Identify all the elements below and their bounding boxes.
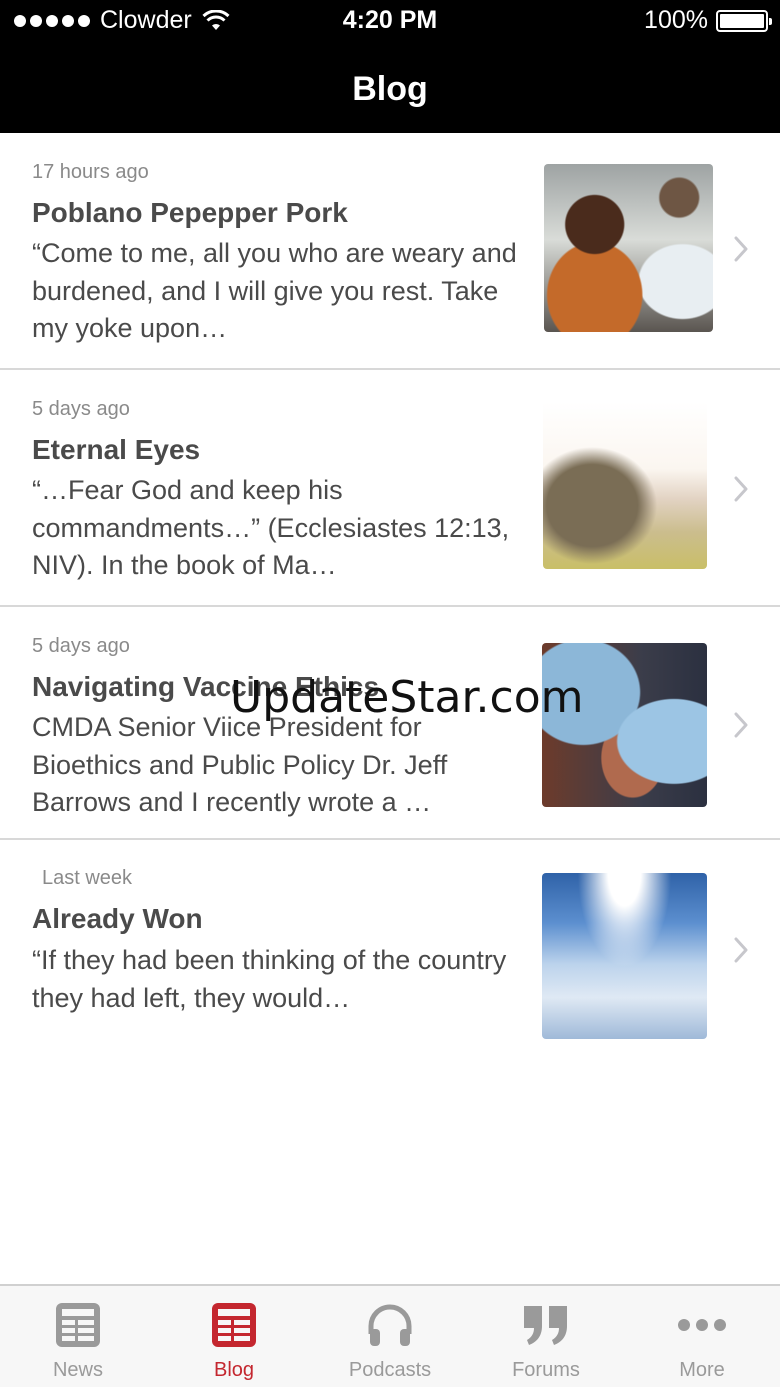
post-excerpt: “…Fear God and keep his commandments…” (… — [32, 475, 510, 580]
post-excerpt: CMDA Senior Viice President for Bioethic… — [32, 712, 448, 817]
battery-icon — [716, 9, 772, 32]
post-excerpt: “Come to me, all you who are weary and b… — [32, 238, 517, 343]
post-title: Already Won — [32, 903, 203, 934]
navigation-bar: Blog — [0, 44, 780, 133]
tab-label: News — [52, 1359, 103, 1381]
post-timestamp: 5 days ago — [32, 635, 130, 657]
news-icon — [56, 1303, 100, 1347]
post-thumbnail — [543, 402, 707, 569]
blog-icon — [212, 1303, 256, 1347]
tab-blog[interactable]: Blog — [156, 1286, 312, 1387]
post-thumbnail — [544, 164, 713, 332]
tab-label: More — [679, 1359, 725, 1381]
quote-icon — [524, 1306, 567, 1345]
post-timestamp: 5 days ago — [32, 398, 130, 420]
battery-percentage: 100% — [644, 6, 708, 34]
blog-post-row[interactable]: Last week Already Won “If they had been … — [0, 840, 780, 1060]
tab-label: Podcasts — [348, 1359, 432, 1381]
post-timestamp: 17 hours ago — [32, 161, 149, 183]
post-excerpt: “If they had been thinking of the countr… — [32, 945, 507, 1013]
page-title: Blog — [352, 70, 428, 108]
tab-label: Forums — [512, 1359, 580, 1381]
status-right: 100% — [644, 6, 772, 35]
chevron-right-icon — [734, 937, 748, 963]
battery-fill — [720, 13, 764, 28]
post-title: Poblano Pepepper Pork — [32, 197, 348, 228]
blog-post-row[interactable]: 5 days ago Eternal Eyes “…Fear God and k… — [0, 370, 780, 607]
blog-post-list: 17 hours ago Poblano Pepepper Pork “Come… — [0, 133, 780, 1060]
chevron-right-icon — [734, 236, 748, 262]
tab-news[interactable]: News — [0, 1286, 156, 1387]
chevron-right-icon — [734, 476, 748, 502]
tab-more[interactable]: More — [624, 1286, 780, 1387]
chevron-right-icon — [734, 712, 748, 738]
tab-podcasts[interactable]: Podcasts — [312, 1286, 468, 1387]
post-thumbnail — [542, 643, 707, 807]
watermark: UpdateStar.com — [230, 672, 584, 723]
status-bar: Clowder 4:20 PM 100% — [0, 0, 780, 44]
tab-label: Blog — [213, 1359, 255, 1381]
headphones-icon — [368, 1304, 412, 1346]
more-dots-icon — [678, 1319, 726, 1331]
post-thumbnail — [542, 873, 707, 1039]
blog-post-row[interactable]: 17 hours ago Poblano Pepepper Pork “Come… — [0, 133, 780, 370]
post-timestamp: Last week — [42, 867, 133, 889]
tab-bar: News Blog Podcasts Forums More — [0, 1284, 780, 1387]
blog-post-row[interactable]: 5 days ago Navigating Vaccine Ethics CMD… — [0, 607, 780, 840]
tab-forums[interactable]: Forums — [468, 1286, 624, 1387]
post-title: Eternal Eyes — [32, 434, 201, 465]
